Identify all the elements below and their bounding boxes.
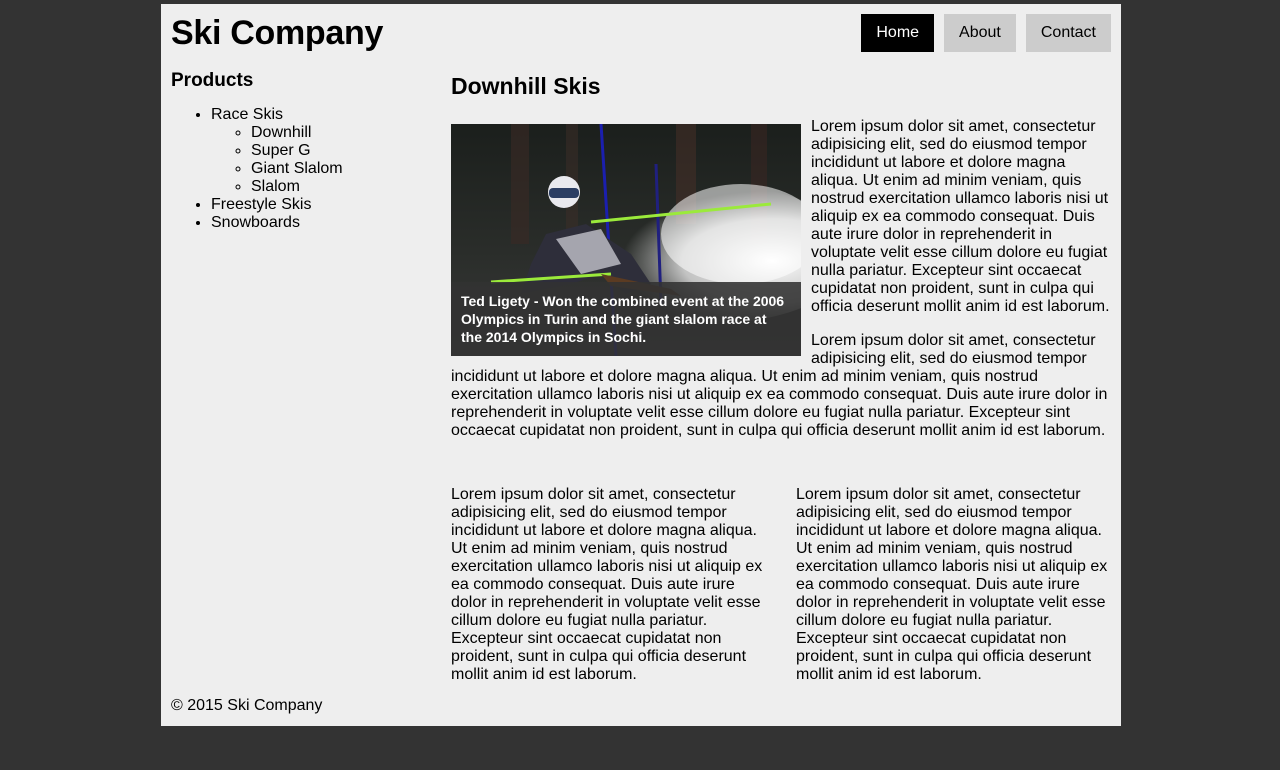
nav-about-button[interactable]: About	[944, 14, 1016, 52]
sidebar: Products Race Skis Downhill Super G Gian…	[171, 70, 431, 232]
site-title: Ski Company	[171, 14, 384, 52]
skier-figure: Ted Ligety - Won the combined event at t…	[451, 124, 801, 356]
product-item-race-skis[interactable]: Race Skis Downhill Super G Giant Slalom …	[211, 106, 431, 196]
product-item-downhill[interactable]: Downhill	[251, 124, 431, 142]
nav-contact-button[interactable]: Contact	[1025, 14, 1111, 52]
main-content: Downhill Skis Ted Ligety - Won the combi…	[451, 72, 1111, 684]
product-item-giant-slalom[interactable]: Giant Slalom	[251, 160, 431, 178]
sidebar-heading: Products	[171, 70, 254, 91]
product-label-race-skis[interactable]: Race Skis	[211, 106, 283, 123]
main-nav: Home About Contact	[851, 14, 1111, 52]
product-item-freestyle-skis[interactable]: Freestyle Skis	[211, 196, 431, 214]
image-caption: Ted Ligety - Won the combined event at t…	[451, 282, 801, 356]
text-columns: Lorem ipsum dolor sit amet, consectetur …	[451, 486, 1111, 684]
race-skis-sublist: Downhill Super G Giant Slalom Slalom	[211, 124, 431, 196]
main-heading: Downhill Skis	[451, 73, 601, 99]
column-right-text: Lorem ipsum dolor sit amet, consectetur …	[796, 486, 1108, 683]
footer-copyright: © 2015 Ski Company	[171, 697, 323, 714]
product-item-slalom[interactable]: Slalom	[251, 178, 431, 196]
nav-home-button[interactable]: Home	[861, 14, 935, 52]
product-list: Race Skis Downhill Super G Giant Slalom …	[171, 106, 431, 232]
column-left-text: Lorem ipsum dolor sit amet, consectetur …	[451, 486, 763, 683]
page-container: Ski Company Home About Contact Products …	[161, 4, 1121, 726]
product-item-super-g[interactable]: Super G	[251, 142, 431, 160]
product-item-snowboards[interactable]: Snowboards	[211, 214, 431, 232]
